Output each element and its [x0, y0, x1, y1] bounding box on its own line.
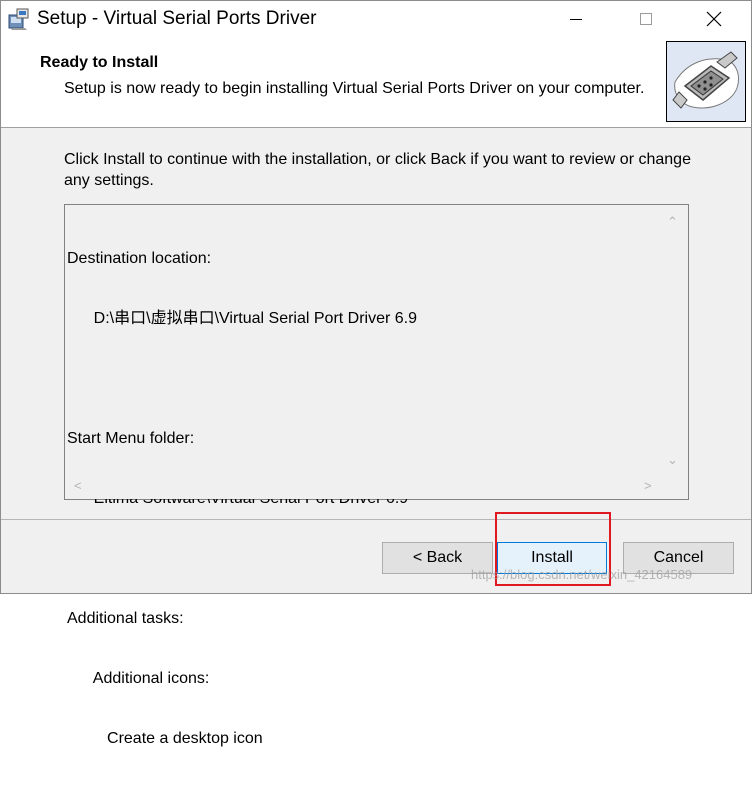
minimize-button[interactable]: [553, 1, 599, 37]
memo-line: ​: [67, 369, 417, 389]
intro-text: Click Install to continue with the insta…: [64, 151, 691, 189]
memo-line: Additional icons:: [67, 670, 210, 687]
title-bar[interactable]: Setup - Virtual Serial Ports Driver: [1, 1, 751, 37]
setup-window: Setup - Virtual Serial Ports Driver Read…: [0, 0, 752, 747]
close-button[interactable]: [691, 1, 737, 37]
memo-line: ​: [67, 549, 417, 569]
minimize-icon: [570, 18, 582, 20]
footer-divider: [1, 519, 751, 520]
window-title: Setup - Virtual Serial Ports Driver: [37, 8, 317, 29]
scroll-down-icon[interactable]: ⌄: [667, 452, 678, 468]
memo-content: Destination location: D:\串口\虚拟串口\Virtual…: [67, 209, 417, 789]
memo-line: Start Menu folder:: [67, 430, 195, 447]
setup-installer-icon: [8, 8, 29, 30]
horizontal-scrollbar[interactable]: < >: [66, 475, 661, 499]
wizard-header: Ready to Install Setup is now ready to b…: [1, 37, 751, 128]
memo-line: Additional tasks:: [67, 610, 184, 627]
memo-line: D:\串口\虚拟串口\Virtual Serial Port Driver 6.…: [67, 310, 418, 327]
memo-line: Create a desktop icon: [67, 730, 263, 747]
memo-line: Destination location:: [67, 250, 212, 267]
scrollbar-corner: [661, 475, 688, 499]
vertical-scrollbar[interactable]: ⌃ ⌄: [661, 206, 688, 474]
serial-connector-image: [666, 41, 746, 122]
ready-memo[interactable]: Destination location: D:\串口\虚拟串口\Virtual…: [64, 204, 689, 747]
watermark-text: https://blog.csdn.net/weixin_42164589: [471, 567, 693, 582]
scroll-up-icon[interactable]: ⌃: [667, 214, 678, 230]
maximize-button[interactable]: [623, 1, 669, 37]
maximize-icon: [640, 13, 652, 25]
page-title: Ready to Install: [40, 54, 159, 71]
scroll-left-icon[interactable]: <: [74, 478, 82, 493]
scroll-right-icon[interactable]: >: [644, 478, 652, 493]
page-subtitle: Setup is now ready to begin installing V…: [64, 80, 645, 97]
close-icon: [706, 11, 722, 27]
